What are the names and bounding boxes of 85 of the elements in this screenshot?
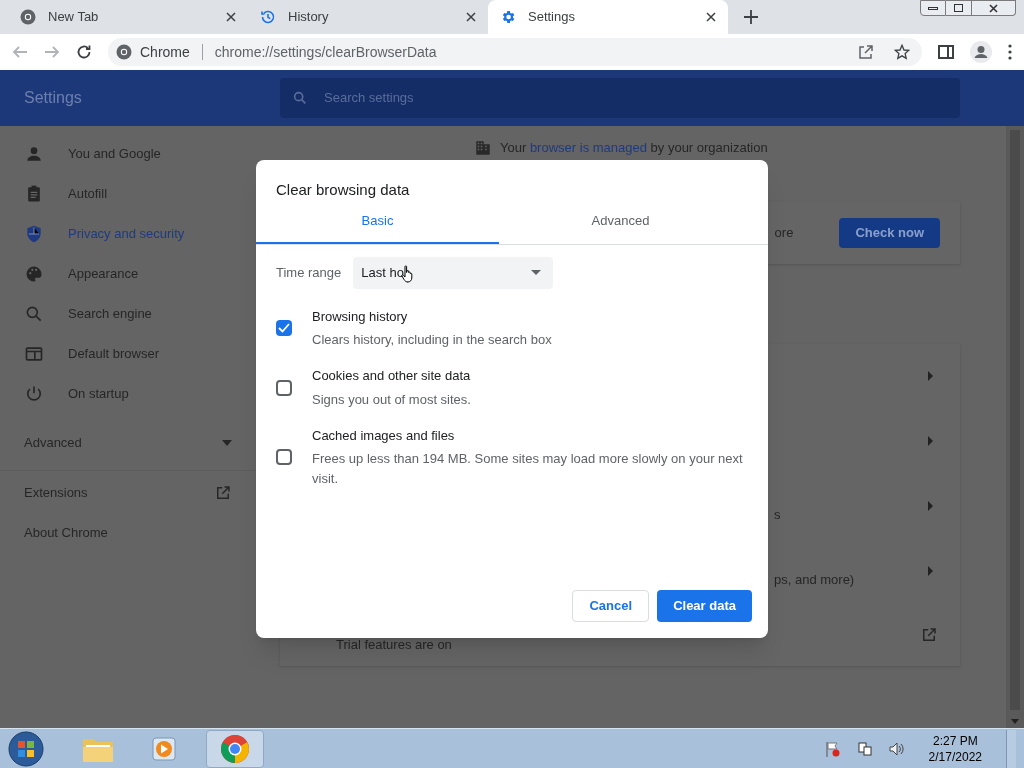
dialog-tab[interactable]: Advanced (499, 210, 742, 244)
side-panel-icon[interactable] (938, 44, 954, 60)
speaker-icon[interactable] (888, 740, 905, 757)
clear-data-button[interactable]: Clear data (657, 590, 752, 622)
sidebar-item[interactable]: Search engine (0, 294, 256, 334)
chevron-right-icon (926, 501, 934, 511)
chrome-icon (220, 733, 250, 764)
new-tab-icon[interactable] (744, 10, 758, 24)
chrome-icon (20, 9, 36, 25)
chevron-right-icon (926, 371, 934, 381)
option-title: Cached images and files (312, 426, 456, 445)
site-label: Chrome (140, 42, 190, 62)
managed-link[interactable]: browser is managed (529, 140, 647, 155)
search-icon (292, 90, 308, 106)
tab-title: New Tab (48, 8, 100, 27)
chrome-taskbar-button[interactable] (206, 729, 264, 768)
time-range-label: Time range (276, 263, 342, 282)
scrollbar[interactable] (1006, 126, 1024, 728)
time-range-dropdown[interactable]: Last ho (353, 256, 554, 289)
sidebar-item[interactable]: You and Google (0, 134, 256, 174)
menu-icon[interactable] (1008, 44, 1012, 60)
sidebar-link[interactable]: About Chrome (24, 523, 232, 543)
search-field[interactable]: Search settings (280, 78, 960, 118)
checkbox[interactable] (276, 379, 292, 396)
restore-button[interactable] (946, 0, 972, 16)
managed-notice: Your browser is managed by your organization (500, 139, 768, 157)
option-description: Frees up less than 194 MB. Some sites may load more slowly on your next visit. (312, 450, 744, 488)
sidebar-link[interactable]: Extensions (24, 483, 214, 503)
person-icon (24, 144, 44, 164)
sidebar-item[interactable]: Default browser (0, 334, 256, 374)
building-icon (474, 138, 492, 157)
browser-tab[interactable]: History (248, 0, 488, 34)
chevron-right-icon (926, 436, 934, 446)
tab-title: History (288, 8, 330, 27)
sidebar-item[interactable]: Privacy and security (0, 214, 256, 254)
text-fragment: ps, and more) (774, 571, 855, 590)
share-icon[interactable] (858, 44, 874, 60)
sidebar-item[interactable]: On startup (0, 374, 256, 414)
close-icon[interactable] (706, 12, 716, 22)
close-icon (989, 3, 998, 13)
start-button[interactable] (8, 730, 44, 767)
power-icon (24, 384, 44, 404)
external-link-icon[interactable] (214, 484, 232, 502)
caret-icon (222, 439, 232, 446)
palette-icon (24, 264, 44, 284)
close-window-button[interactable] (972, 0, 1016, 16)
address-field[interactable]: Chrome chrome://settings/clearBrowserData (108, 38, 922, 66)
option-description: Signs you out of most sites. (312, 390, 471, 409)
browser-window-icon (24, 344, 44, 364)
minimize-button[interactable] (920, 0, 946, 16)
shield-icon (24, 224, 44, 244)
close-icon[interactable] (466, 12, 476, 22)
close-icon[interactable] (226, 12, 236, 22)
cancel-button[interactable]: Cancel (572, 590, 650, 622)
option-description: Clears history, including in the search box (312, 331, 552, 349)
option-title: Cookies and other site data (312, 367, 471, 385)
chrome-icon (116, 44, 132, 60)
clock[interactable]: 2:27 PM 2/17/2022 (920, 732, 990, 765)
option-title: Browsing history (312, 307, 409, 326)
browser-tab[interactable]: New Tab (8, 0, 248, 34)
trial-text: Trial features are on (336, 635, 453, 654)
url-text: chrome://settings/clearBrowserData (214, 42, 438, 62)
checkbox[interactable] (276, 320, 292, 337)
text-fragment: s (774, 506, 781, 525)
dropdown-arrow-icon (531, 270, 542, 275)
tab-title: Settings (528, 8, 576, 27)
browser-tab[interactable]: Settings (488, 0, 728, 34)
dialog-tab[interactable]: Basic (256, 210, 499, 244)
chevron-right-icon (926, 566, 934, 576)
reload-icon[interactable] (76, 44, 92, 60)
clock-icon (260, 9, 276, 25)
sidebar-item[interactable]: Appearance (0, 254, 256, 294)
star-icon[interactable] (894, 44, 910, 60)
flag-icon[interactable] (824, 740, 841, 757)
settings-title: Settings (23, 88, 83, 108)
gear-icon (500, 9, 516, 25)
checkbox[interactable] (276, 449, 292, 466)
network-icon[interactable] (856, 740, 873, 757)
sidebar-item[interactable]: Autofill (0, 174, 256, 214)
search-icon (24, 304, 44, 324)
dialog-title: Clear browsing data (276, 180, 411, 200)
check-now-button[interactable]: Check now (839, 217, 940, 248)
profile-icon[interactable] (970, 41, 992, 63)
external-link-icon[interactable] (920, 625, 938, 644)
text-fragment: ore (774, 223, 794, 242)
